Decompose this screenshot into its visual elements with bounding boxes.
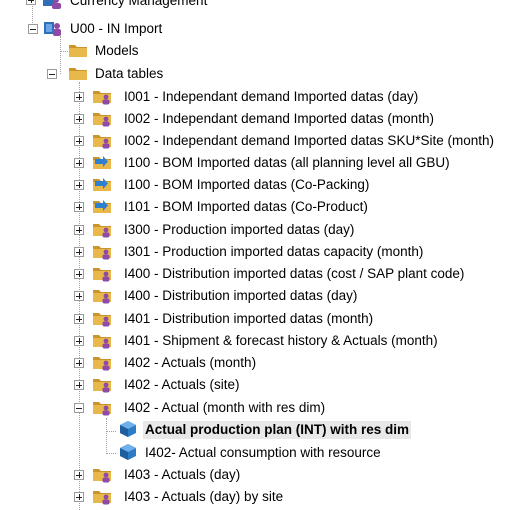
- expand-toggle[interactable]: [74, 225, 84, 235]
- model-tree: Currency Management U00 - IN Import Mode…: [0, 0, 527, 510]
- tree-item-selected[interactable]: Actual production plan (INT) with res di…: [0, 419, 527, 441]
- collapse-toggle[interactable]: [47, 69, 57, 79]
- folder-users-icon: [92, 242, 112, 260]
- expand-toggle[interactable]: [74, 336, 84, 346]
- folder-arrow-icon: [92, 197, 112, 215]
- tree-item[interactable]: I100 - BOM Imported datas (all planning …: [0, 152, 527, 174]
- tree-item-label: I402 - Actuals (month): [124, 355, 257, 370]
- tree-item[interactable]: I402 - Actuals (site): [0, 374, 527, 396]
- folder-arrow-icon: [92, 175, 112, 193]
- tree-item-label: I400 - Distribution imported datas (day): [124, 288, 358, 303]
- expand-toggle[interactable]: [74, 492, 84, 502]
- tree-item[interactable]: I402- Actual consumption with resource: [0, 442, 527, 464]
- tree-item-models[interactable]: Models: [0, 40, 527, 62]
- expand-toggle[interactable]: [26, 0, 36, 5]
- folder-users-icon: [92, 353, 112, 371]
- expand-toggle[interactable]: [74, 358, 84, 368]
- tree-item-label: Currency Management: [70, 0, 208, 8]
- tree-item[interactable]: I403 - Actuals (day) by site: [0, 486, 527, 508]
- tree-item-label: I301 - Production imported datas capacit…: [124, 244, 424, 259]
- folder-users-icon: [92, 109, 112, 127]
- folder-users-icon: [92, 309, 112, 327]
- expand-toggle[interactable]: [74, 291, 84, 301]
- folder-users-icon: [92, 264, 112, 282]
- tree-item-label: I403 - Actuals (day): [124, 467, 241, 482]
- tree-item-label: I401 - Shipment & forecast history & Act…: [124, 333, 438, 348]
- folder-users-icon: [92, 331, 112, 349]
- expand-toggle[interactable]: [74, 470, 84, 480]
- tree-item[interactable]: I401 - Shipment & forecast history & Act…: [0, 330, 527, 352]
- tree-item-label: I002 - Independant demand Imported datas…: [124, 133, 494, 148]
- tree-item-data-tables[interactable]: Data tables: [0, 63, 527, 85]
- tree-item[interactable]: I002 - Independant demand Imported datas…: [0, 130, 527, 152]
- expand-toggle[interactable]: [74, 136, 84, 146]
- collapse-toggle[interactable]: [28, 24, 38, 34]
- folder-icon: [68, 41, 88, 59]
- tree-item-label: I100 - BOM Imported datas (Co-Packing): [124, 177, 370, 192]
- collapse-toggle[interactable]: [74, 403, 84, 413]
- folder-arrow-icon: [92, 153, 112, 171]
- tree-item-label: I300 - Production imported datas (day): [124, 222, 355, 237]
- tree-item-u00-in-import[interactable]: U00 - IN Import: [0, 18, 527, 40]
- tree-item[interactable]: I402 - Actuals (month): [0, 352, 527, 374]
- folder-users-icon: [92, 375, 112, 393]
- cube-icon: [118, 420, 138, 438]
- tree-item-label: I101 - BOM Imported datas (Co-Product): [124, 199, 368, 214]
- tree-item-label: I402- Actual consumption with resource: [145, 445, 381, 460]
- tree-item-label: Models: [95, 43, 139, 58]
- tree-item[interactable]: I002 - Independant demand Imported datas…: [0, 108, 527, 130]
- expand-toggle[interactable]: [74, 158, 84, 168]
- expand-toggle[interactable]: [74, 180, 84, 190]
- expand-toggle[interactable]: [74, 269, 84, 279]
- tree-item-label: I401 - Distribution imported datas (mont…: [124, 311, 374, 326]
- tree-item[interactable]: I402 - Actual (month with res dim): [0, 397, 527, 419]
- tree-item-label: I001 - Independant demand Imported datas…: [124, 89, 419, 104]
- tree-item-label: I400 - Distribution imported datas (cost…: [124, 266, 465, 281]
- model-group-icon: [42, 19, 62, 37]
- tree-item-label: I402 - Actuals (site): [124, 377, 240, 392]
- tree-item[interactable]: I401 - Distribution imported datas (mont…: [0, 308, 527, 330]
- tree-item[interactable]: I100 - BOM Imported datas (Co-Packing): [0, 174, 527, 196]
- model-group-icon: [42, 0, 62, 10]
- tree-item-label: I002 - Independant demand Imported datas…: [124, 111, 434, 126]
- tree-item-label: I403 - Actuals (day) by site: [124, 489, 284, 504]
- cube-icon: [118, 443, 138, 461]
- expand-toggle[interactable]: [74, 380, 84, 390]
- tree-item[interactable]: I403 - Actuals (day): [0, 464, 527, 486]
- expand-toggle[interactable]: [74, 92, 84, 102]
- folder-users-icon: [92, 398, 112, 416]
- tree-item-label: Data tables: [95, 66, 164, 81]
- tree-item[interactable]: I400 - Distribution imported datas (cost…: [0, 263, 527, 285]
- tree-item[interactable]: I300 - Production imported datas (day): [0, 219, 527, 241]
- tree-item[interactable]: I001 - Independant demand Imported datas…: [0, 86, 527, 108]
- folder-users-icon: [92, 87, 112, 105]
- tree-item[interactable]: I400 - Distribution imported datas (day): [0, 285, 527, 307]
- expand-toggle[interactable]: [74, 314, 84, 324]
- expand-toggle[interactable]: [74, 247, 84, 257]
- tree-item-label: I402 - Actual (month with res dim): [124, 400, 326, 415]
- tree-item-label: I100 - BOM Imported datas (all planning …: [124, 155, 450, 170]
- tree-item-label: U00 - IN Import: [70, 21, 163, 36]
- folder-users-icon: [92, 487, 112, 505]
- tree-item[interactable]: Currency Management: [0, 0, 527, 12]
- tree-item-label: Actual production plan (INT) with res di…: [143, 421, 412, 439]
- folder-users-icon: [92, 465, 112, 483]
- tree-item[interactable]: I301 - Production imported datas capacit…: [0, 241, 527, 263]
- expand-toggle[interactable]: [74, 202, 84, 212]
- folder-icon: [68, 64, 88, 82]
- tree-item[interactable]: I101 - BOM Imported datas (Co-Product): [0, 196, 527, 218]
- folder-users-icon: [92, 220, 112, 238]
- expand-toggle[interactable]: [74, 114, 84, 124]
- folder-users-icon: [92, 286, 112, 304]
- folder-users-icon: [92, 131, 112, 149]
